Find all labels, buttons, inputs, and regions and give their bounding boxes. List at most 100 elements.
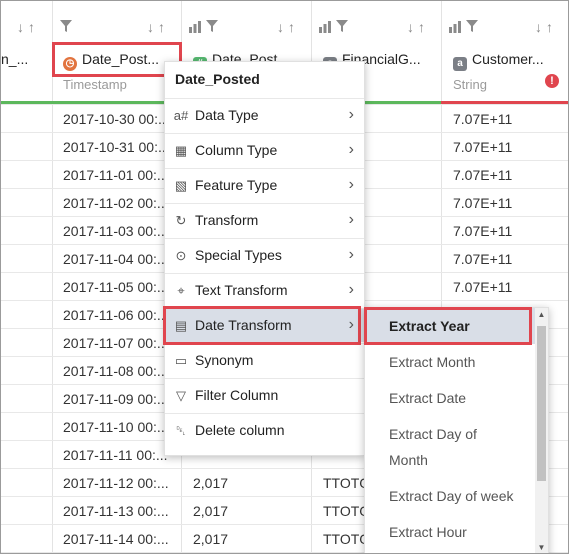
chevron-right-icon: › xyxy=(348,211,354,228)
filter-icon[interactable] xyxy=(465,19,479,33)
menu-item-label: Feature Type xyxy=(195,177,278,193)
table-cell[interactable]: 0 xyxy=(1,447,23,463)
submenu-item-extract-month[interactable]: Extract Month xyxy=(365,344,535,380)
scroll-down-icon[interactable]: ▼ xyxy=(537,543,546,552)
filter-icon[interactable] xyxy=(59,19,73,33)
submenu-item-extract-hour[interactable]: Extract Hour xyxy=(365,514,535,550)
menu-item-column-type[interactable]: ▦ Column Type › xyxy=(165,133,364,167)
table-cell[interactable]: 2017-11-04 00:... xyxy=(63,251,179,267)
menu-item-synonym[interactable]: ▭ Synonym xyxy=(165,343,364,377)
menu-title: Date_Posted xyxy=(175,71,260,87)
highlight-box xyxy=(364,307,532,345)
menu-item-label: Data Type xyxy=(195,107,259,123)
menu-item-label: Synonym xyxy=(195,352,254,368)
submenu-item-extract-date[interactable]: Extract Date xyxy=(365,380,535,416)
table-cell[interactable]: 2017-11-14 00:... xyxy=(63,531,179,547)
table-cell[interactable]: 7.07E+11 xyxy=(453,195,563,211)
column-type-icon: ▦ xyxy=(174,143,188,158)
filter-icon[interactable] xyxy=(335,19,349,33)
table-cell[interactable]: 2,017 xyxy=(193,475,305,491)
menu-item-label: Special Types xyxy=(195,247,282,263)
table-cell[interactable]: 2017-11-01 00:... xyxy=(63,167,179,183)
menu-item-data-type[interactable]: a# Data Type › xyxy=(165,98,364,132)
submenu-item-extract-day-of-month[interactable]: Extract Day of Month xyxy=(365,416,535,478)
table-cell[interactable]: 0 xyxy=(1,475,23,491)
table-cell[interactable]: 2017-11-11 00:... xyxy=(63,447,179,463)
menu-item-feature-type[interactable]: ▧ Feature Type › xyxy=(165,168,364,202)
table-cell[interactable]: 0 xyxy=(1,503,23,519)
table-cell[interactable]: 2017-11-07 00:... xyxy=(63,335,179,351)
table-cell[interactable]: 7.07E+11 xyxy=(453,223,563,239)
menu-item-text-transform[interactable]: ⌖ Text Transform › xyxy=(165,273,364,307)
column-context-menu: Date_Posted a# Data Type › ▦ Column Type › ▧ Fe… xyxy=(164,61,365,456)
table-cell[interactable]: 0 xyxy=(1,167,23,183)
transform-icon: ↻ xyxy=(175,213,187,228)
chevron-right-icon: › xyxy=(348,281,354,298)
data-type-icon: a# xyxy=(173,108,189,123)
synonym-icon: ▭ xyxy=(174,353,188,368)
table-cell[interactable]: 0 xyxy=(1,531,23,547)
sort-arrows-icon[interactable]: ↓↑ xyxy=(147,19,169,35)
column-header-0[interactable]: n_... xyxy=(1,51,49,67)
table-cell[interactable]: 7.07E+11 xyxy=(453,279,563,295)
table-cell[interactable]: 0 xyxy=(1,251,23,267)
chevron-right-icon: › xyxy=(348,106,354,123)
table-cell[interactable]: 0 xyxy=(1,111,23,127)
menu-item-delete-column[interactable]: ␡ Delete column xyxy=(165,413,364,447)
table-cell[interactable]: 7.07E+11 xyxy=(453,167,563,183)
header-toolbar-row: ↓↑ ↓↑ ↓↑ ↓↑ ↓↑ xyxy=(1,7,568,41)
menu-item-label: Transform xyxy=(195,212,259,228)
text-transform-icon: ⌖ xyxy=(177,283,185,298)
filter-icon[interactable] xyxy=(205,19,219,33)
sort-arrows-icon[interactable]: ↓↑ xyxy=(407,19,429,35)
data-grid-window: ↓↑ ↓↑ ↓↑ ↓↑ ↓↑ n_... ◷ Date_Post... Times… xyxy=(0,0,569,554)
scroll-up-icon[interactable]: ▲ xyxy=(537,310,546,319)
string-type-icon: a xyxy=(453,57,467,71)
sort-arrows-icon[interactable]: ↓↑ xyxy=(277,19,299,35)
chevron-right-icon: › xyxy=(348,246,354,263)
table-cell[interactable]: 0 xyxy=(1,223,23,239)
table-cell[interactable]: 2017-11-05 00:... xyxy=(63,279,179,295)
table-cell[interactable]: 2,017 xyxy=(193,503,305,519)
table-cell[interactable]: 2017-11-09 00:... xyxy=(63,391,179,407)
table-cell[interactable]: 7.07E+11 xyxy=(453,111,563,127)
bar-chart-icon[interactable] xyxy=(449,21,461,33)
column-header-customer[interactable]: a Customer... xyxy=(453,51,553,71)
table-cell[interactable]: 2017-11-06 00:... xyxy=(63,307,179,323)
table-cell[interactable]: 2017-11-03 00:... xyxy=(63,223,179,239)
table-cell[interactable]: 2017-10-31 00:... xyxy=(63,139,179,155)
table-cell[interactable]: 0 xyxy=(1,279,23,295)
menu-item-filter-column[interactable]: ▽ Filter Column xyxy=(165,378,364,412)
column-type-label: Timestamp xyxy=(63,77,127,92)
special-types-icon: ⊙ xyxy=(175,248,187,263)
table-cell[interactable]: 0 xyxy=(1,335,23,351)
table-cell[interactable]: 2017-11-02 00:... xyxy=(63,195,179,211)
table-cell[interactable]: 0 xyxy=(1,139,23,155)
table-cell[interactable]: 0 xyxy=(1,195,23,211)
table-cell[interactable]: 2017-10-30 00:... xyxy=(63,111,179,127)
table-cell[interactable]: 2017-11-10 00:... xyxy=(63,419,179,435)
table-cell[interactable]: 2,017 xyxy=(193,531,305,547)
chevron-right-icon: › xyxy=(348,141,354,158)
column-type-label: String xyxy=(453,77,487,92)
scrollbar-thumb[interactable] xyxy=(537,326,546,481)
sort-arrows-icon[interactable]: ↓↑ xyxy=(17,19,39,35)
table-cell[interactable]: 0 xyxy=(1,419,23,435)
table-cell[interactable]: 0 xyxy=(1,391,23,407)
table-cell[interactable]: 0 xyxy=(1,307,23,323)
bar-chart-icon[interactable] xyxy=(319,21,331,33)
menu-item-special-types[interactable]: ⊙ Special Types › xyxy=(165,238,364,272)
table-cell[interactable]: 7.07E+11 xyxy=(453,251,563,267)
table-cell[interactable]: 2017-11-13 00:... xyxy=(63,503,179,519)
table-cell[interactable]: 2017-11-12 00:... xyxy=(63,475,179,491)
table-cell[interactable]: 0 xyxy=(1,363,23,379)
bar-chart-icon[interactable] xyxy=(189,21,201,33)
table-cell[interactable]: 7.07E+11 xyxy=(453,139,563,155)
menu-item-label: Text Transform xyxy=(195,282,288,298)
menu-item-transform[interactable]: ↻ Transform › xyxy=(165,203,364,237)
submenu-scrollbar[interactable]: ▲ ▼ xyxy=(535,308,548,553)
submenu-item-extract-day-of-week[interactable]: Extract Day of week xyxy=(365,478,535,514)
table-cell[interactable]: 2017-11-08 00:... xyxy=(63,363,179,379)
sort-arrows-icon[interactable]: ↓↑ xyxy=(535,19,557,35)
warning-icon[interactable]: ! xyxy=(545,74,559,88)
